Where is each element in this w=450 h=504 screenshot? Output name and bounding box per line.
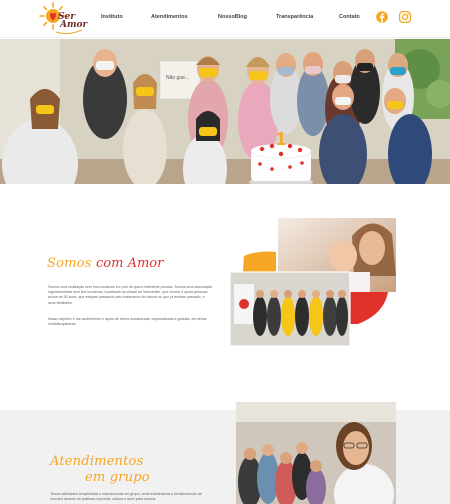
nav-instituto[interactable]: Instituto xyxy=(101,14,123,20)
somos-paragraph-1: Somos uma instituição sem fins lucrativo… xyxy=(48,285,213,305)
nav-nossoblog[interactable]: NossoBlog xyxy=(218,14,247,20)
atendimentos-title-line2: em grupo xyxy=(85,468,150,486)
nav-transparencia[interactable]: Transparência xyxy=(276,14,313,20)
somos-photo-collage xyxy=(229,218,396,347)
atendimentos-title-text2: em grupo xyxy=(85,470,150,485)
atendimentos-group-photo xyxy=(236,402,396,504)
atendimentos-paragraph: Temos atividades terapêuticas e educacio… xyxy=(50,492,202,502)
instagram-icon[interactable] xyxy=(399,11,411,23)
nav-contato[interactable]: Contato xyxy=(339,14,360,20)
hero-sign-text: Não gue... xyxy=(166,75,189,81)
somos-title-part2: com Amor xyxy=(96,256,164,271)
somos-paragraph-2: Nosso objetivo é dar acolhimento e apoio… xyxy=(48,317,207,327)
hero-photo-illustration: Não gue... 1 xyxy=(0,39,450,184)
atendimentos-title-text1: Atendimentos xyxy=(50,454,144,469)
hero-group-photo: Não gue... 1 xyxy=(0,39,450,184)
nav-atendimentos[interactable]: Atendimentos xyxy=(151,14,188,20)
facebook-icon[interactable] xyxy=(376,11,388,23)
site-header: Ser Amor Instituto Atendimentos NossoBlo… xyxy=(0,0,450,38)
cake-number-text: 1 xyxy=(276,129,286,149)
somos-title-part1: Somos xyxy=(47,256,92,271)
logo-text: Ser Amor xyxy=(58,13,88,30)
logo-text-amor: Amor xyxy=(60,20,88,30)
somos-title: Somos com Amor xyxy=(47,254,163,272)
